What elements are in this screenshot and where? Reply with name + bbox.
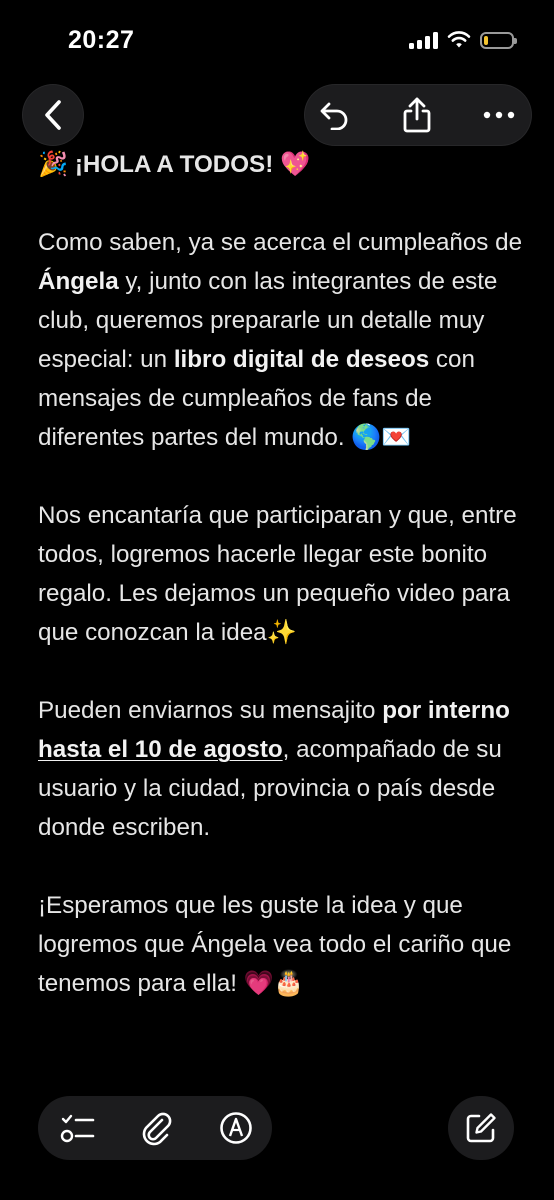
bold-por-interno: por interno	[382, 697, 510, 724]
battery-level	[484, 35, 488, 45]
more-button[interactable]	[468, 84, 530, 146]
compose-icon	[466, 1113, 496, 1143]
battery-icon	[480, 31, 517, 49]
signal-icon	[409, 31, 438, 49]
markup-pen-icon	[220, 1112, 252, 1144]
bold-deadline: hasta el 10 de agosto	[38, 736, 283, 763]
note-body[interactable]: 🎉 ¡HOLA A TODOS! 💖 Como saben, ya se ace…	[38, 145, 528, 1042]
undo-button[interactable]	[304, 84, 366, 146]
status-time: 20:27	[68, 26, 135, 54]
checklist-icon	[60, 1114, 95, 1143]
note-paragraph-1: Como saben, ya se acerca el cumpleaños d…	[38, 229, 523, 451]
note-paragraph-3: Pueden enviarnos su mensajito por intern…	[38, 697, 510, 841]
bold-phrase: libro digital de deseos	[173, 346, 430, 373]
share-button[interactable]	[386, 84, 448, 146]
note-actions-pill	[304, 84, 532, 146]
bold-name: Ángela	[38, 268, 119, 295]
share-icon	[403, 97, 431, 133]
note-headline: 🎉 ¡HOLA A TODOS! 💖	[38, 151, 311, 178]
note-paragraph-2: Nos encantaría que participaran y que, e…	[38, 502, 517, 646]
status-icons	[409, 31, 517, 49]
status-bar: 20:27	[0, 0, 554, 82]
wifi-icon	[447, 31, 471, 48]
undo-icon	[320, 102, 348, 130]
note-paragraph-4: ¡Esperamos que les guste la idea y que l…	[38, 892, 512, 997]
more-icon	[483, 111, 515, 119]
back-button[interactable]	[22, 84, 84, 146]
back-icon	[45, 100, 61, 130]
paperclip-icon	[142, 1112, 172, 1146]
markup-button[interactable]	[206, 1096, 266, 1160]
compose-button[interactable]	[448, 1096, 514, 1160]
bottom-toolbar	[38, 1096, 272, 1160]
attachment-button[interactable]	[126, 1096, 186, 1160]
checklist-button[interactable]	[48, 1096, 108, 1160]
